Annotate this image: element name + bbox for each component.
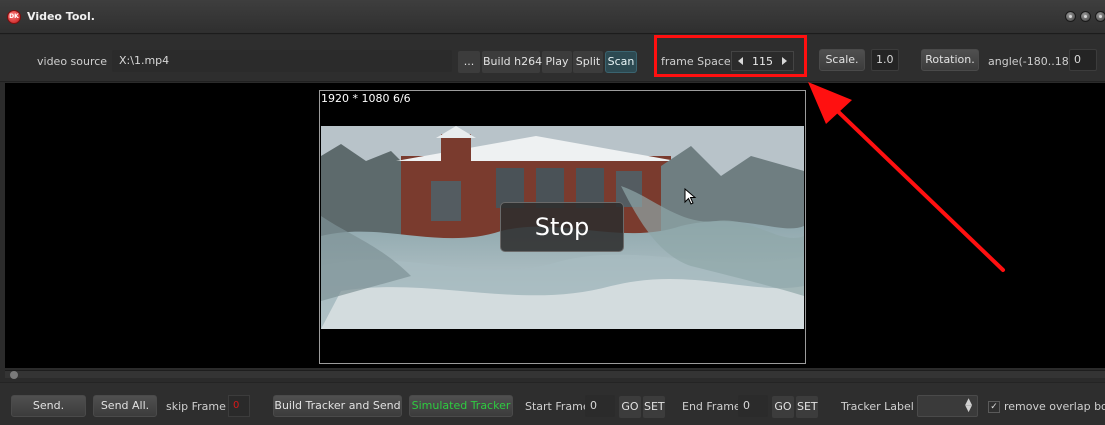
start-frame-label: Start Frame xyxy=(525,400,590,413)
top-toolbar: video source X:\1.mp4 ... Build h264 Pla… xyxy=(0,35,1105,82)
start-set-button[interactable]: SET xyxy=(643,396,665,418)
play-button[interactable]: Play xyxy=(542,51,572,73)
build-h264-button[interactable]: Build h264 xyxy=(482,51,542,73)
split-button[interactable]: Split xyxy=(573,51,603,73)
send-all-button[interactable]: Send All. xyxy=(93,395,157,417)
app-logo-icon: DK xyxy=(7,10,21,24)
remove-overlap-checkbox[interactable]: ✓ xyxy=(988,401,1000,413)
remove-overlap-label: remove overlap box xyxy=(1004,400,1105,413)
simulated-tracker-button[interactable]: Simulated Tracker xyxy=(409,395,513,417)
send-button[interactable]: Send. xyxy=(11,395,86,417)
end-frame-input[interactable]: 0 xyxy=(738,395,768,417)
frame-info-text: 1920 * 1080 6/6 xyxy=(321,92,411,105)
mouse-cursor-icon xyxy=(684,188,697,205)
timeline-scrollbar[interactable] xyxy=(5,370,1105,378)
minimize-icon[interactable] xyxy=(1065,11,1076,22)
tracker-label-label: Tracker Label xyxy=(841,400,914,413)
timeline-scroll-handle[interactable] xyxy=(10,371,18,379)
window-title: Video Tool. xyxy=(27,10,95,23)
skip-frame-label: skip Frame xyxy=(166,400,226,413)
end-set-button[interactable]: SET xyxy=(796,396,818,418)
end-go-button[interactable]: GO xyxy=(772,396,794,418)
start-frame-input[interactable]: 0 xyxy=(585,395,615,417)
angle-label: angle(-180..180) xyxy=(988,55,1081,68)
bottom-toolbar: Send. Send All. skip Frame 0 Build Track… xyxy=(0,382,1105,425)
title-bar: DK Video Tool. xyxy=(0,0,1105,34)
end-frame-label: End Frame xyxy=(682,400,741,413)
stop-button[interactable]: Stop xyxy=(500,202,624,252)
angle-input[interactable]: 0 xyxy=(1069,49,1097,71)
maximize-icon[interactable] xyxy=(1080,11,1091,22)
video-source-input[interactable]: X:\1.mp4 xyxy=(112,50,452,72)
frame-spacer-highlight-box xyxy=(654,35,807,77)
close-icon[interactable] xyxy=(1095,11,1105,22)
start-go-button[interactable]: GO xyxy=(619,396,641,418)
tracker-label-select[interactable]: ▲ ▼ xyxy=(917,395,978,417)
video-source-label: video source xyxy=(37,55,108,68)
rotation-button[interactable]: Rotation. xyxy=(921,49,979,71)
spin-arrows-icon[interactable]: ▲ ▼ xyxy=(965,398,972,414)
scale-input[interactable]: 1.0 xyxy=(871,49,899,71)
skip-frame-input[interactable]: 0 xyxy=(228,395,250,417)
scale-button[interactable]: Scale. xyxy=(819,49,865,71)
scan-button[interactable]: Scan xyxy=(605,51,637,73)
build-tracker-send-button[interactable]: Build Tracker and Send xyxy=(273,395,402,417)
browse-button[interactable]: ... xyxy=(458,51,480,73)
